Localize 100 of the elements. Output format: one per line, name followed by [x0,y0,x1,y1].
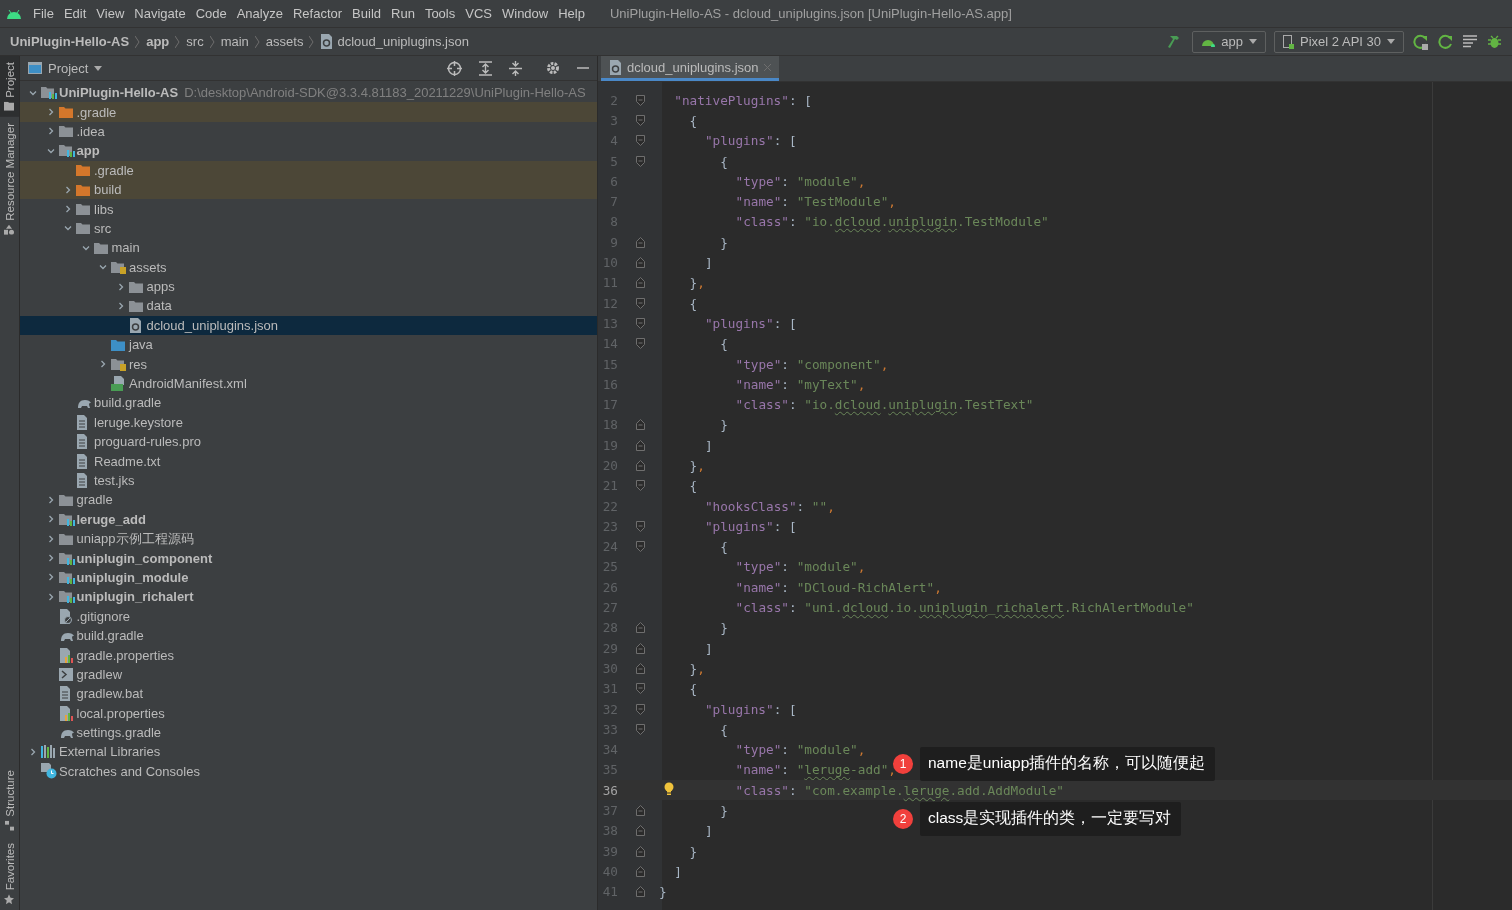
settings-icon[interactable] [546,61,560,75]
menu-item[interactable]: Refactor [287,6,348,21]
expand-all-icon[interactable] [479,60,492,76]
fold-marker-icon[interactable] [636,622,645,634]
tree-item[interactable]: AndroidManifest.xml [20,373,597,394]
fold-marker-icon[interactable] [636,865,645,877]
locate-icon[interactable] [447,60,462,76]
fold-marker-icon[interactable] [636,845,645,857]
tree-item[interactable]: .idea [20,121,597,142]
menu-item[interactable]: Build [347,6,386,21]
fold-marker-icon[interactable] [636,297,645,309]
tree-item[interactable]: java [20,335,597,355]
breadcrumb[interactable]: app [146,34,170,49]
fold-marker-icon[interactable] [636,439,645,451]
apply-changes-icon[interactable] [1413,33,1429,50]
tree-item[interactable]: res [20,354,597,374]
tree-item[interactable]: proguard-rules.pro [20,432,597,452]
menu-item[interactable]: Analyze [231,6,288,21]
tree-item[interactable]: local.properties [20,703,597,723]
breadcrumb[interactable]: dcloud_uniplugins.json [320,34,469,49]
tree-item[interactable]: build.gradle [20,393,597,413]
tree-item[interactable]: Readme.txt [20,451,597,471]
menu-item[interactable]: Tools [419,6,461,21]
fold-marker-icon[interactable] [636,135,645,147]
tree-item[interactable]: app [20,141,597,161]
tree-item[interactable]: gradlew.bat [20,684,597,704]
fold-marker-icon[interactable] [636,460,645,471]
breadcrumb[interactable]: UniPlugin-Hello-AS [10,34,130,49]
tree-item[interactable]: assets [20,257,597,277]
tree-item[interactable]: uniplugin_richalert [20,587,597,607]
fold-marker-icon[interactable] [636,114,645,126]
bug-icon[interactable] [1487,34,1502,49]
tree-item[interactable]: gradlew [20,664,597,685]
fold-marker-icon[interactable] [636,257,645,268]
tree-item[interactable]: dcloud_uniplugins.json [20,315,597,336]
fold-marker-icon[interactable] [636,723,645,735]
tree-item[interactable]: uniplugin_component [20,548,597,568]
fold-marker-icon[interactable] [636,236,645,248]
menu-item[interactable]: Run [386,6,420,21]
menu-item[interactable]: Edit [58,6,92,21]
breadcrumb[interactable]: assets [265,34,304,49]
tree-item[interactable]: build.gradle [20,625,597,646]
breadcrumb[interactable]: main [220,34,249,49]
tree-item[interactable]: gradle.properties [20,645,597,665]
tree-item[interactable]: leruge.keystore [20,412,597,433]
fold-marker-icon[interactable] [636,703,645,715]
fold-marker-icon[interactable] [636,541,645,553]
breadcrumb[interactable]: src [186,34,204,49]
tree-item[interactable]: UniPlugin-Hello-AS D:\desktop\Android-SDK@3.3.4.81183_20211229\UniPlugin-Hello-AS [20,83,597,103]
tree-item[interactable]: uniapp示例工程源码 [20,529,597,549]
fold-marker-icon[interactable] [636,94,645,106]
fold-marker-icon[interactable] [636,662,645,674]
fold-marker-icon[interactable] [636,277,645,289]
tree-item[interactable]: data [20,296,597,316]
tree-item[interactable]: main [20,238,597,258]
menu-item[interactable]: Window [496,6,554,21]
menu-item[interactable]: View [91,6,130,21]
tree-item[interactable]: .gradle [20,102,597,122]
fold-marker-icon[interactable] [636,419,645,431]
project-view-dropdown[interactable]: Project [28,60,103,76]
menu-item[interactable]: VCS [460,6,497,21]
fold-marker-icon[interactable] [636,155,645,167]
tree-item[interactable]: test.jks [20,470,597,491]
tree-item[interactable]: External Libraries [20,742,597,762]
logcat-icon[interactable] [1463,35,1478,48]
tree-item[interactable]: .gitignore [20,606,597,626]
tree-item[interactable]: settings.gradle [20,722,597,743]
fold-marker-icon[interactable] [636,886,645,898]
tree-item[interactable]: gradle [20,490,597,510]
tool-window-tab[interactable]: Structure [0,764,19,837]
tree-item[interactable]: .gradle [20,160,597,180]
fold-marker-icon[interactable] [636,683,645,695]
lightbulb-icon[interactable] [664,782,674,797]
menu-item[interactable]: Help [553,6,590,21]
menu-item[interactable]: File [28,6,59,21]
tool-window-tab[interactable]: Favorites [0,836,19,910]
tool-window-tab[interactable]: Resource Manager [0,116,19,241]
tree-item[interactable]: Scratches and Consoles [20,761,597,782]
run-config-dropdown[interactable]: app [1192,30,1267,53]
tree-item[interactable]: libs [20,199,597,219]
tree-item[interactable]: apps [20,276,597,297]
fold-marker-icon[interactable] [636,520,645,532]
fold-marker-icon[interactable] [636,317,645,329]
tree-item[interactable]: src [20,218,597,239]
fold-marker-icon[interactable] [636,480,645,492]
editor-tab[interactable]: dcloud_uniplugins.json [601,56,779,81]
menu-item[interactable]: Code [190,6,232,21]
fold-marker-icon[interactable] [636,825,645,837]
restart-icon[interactable] [1438,33,1454,50]
collapse-all-icon[interactable] [509,60,522,76]
menu-item[interactable]: Navigate [129,6,191,21]
library-icon [41,745,56,759]
fold-marker-icon[interactable] [636,805,645,817]
tree-item[interactable]: build [20,179,597,200]
fold-marker-icon[interactable] [636,642,645,654]
tree-item[interactable]: leruge_add [20,509,597,529]
tool-window-tab[interactable]: Project [0,56,19,117]
fold-marker-icon[interactable] [636,338,645,350]
device-dropdown[interactable]: Pixel 2 API 30 [1274,30,1404,53]
tree-item[interactable]: uniplugin_module [20,567,597,588]
